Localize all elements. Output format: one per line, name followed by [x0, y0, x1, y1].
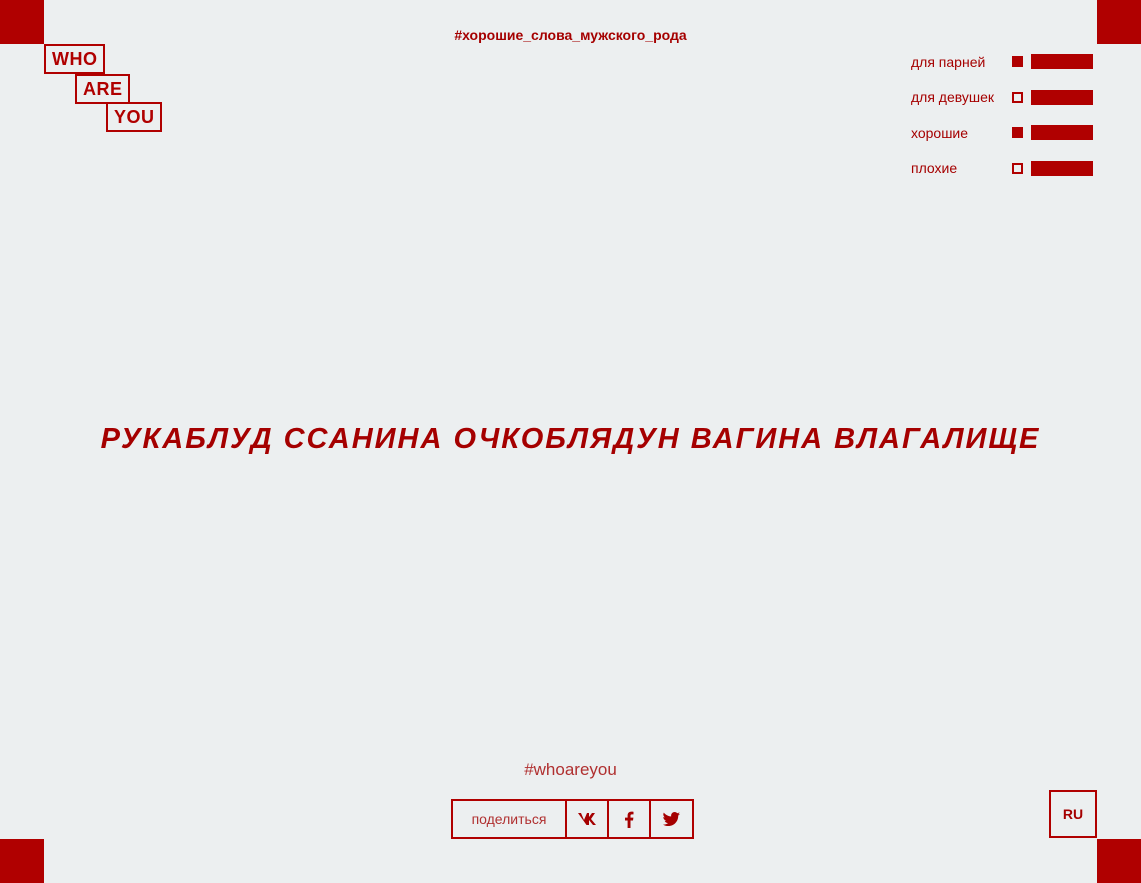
filter-label: плохие [911, 160, 958, 177]
language-switch-button[interactable]: RU [1049, 790, 1097, 838]
filter-label: для девушек [911, 89, 995, 106]
filter-label: для парней [911, 53, 986, 70]
facebook-icon [624, 811, 634, 828]
vk-icon [577, 812, 597, 826]
vk-share-button[interactable] [565, 801, 607, 837]
filter-label: хорошие [911, 124, 969, 141]
filter-bar [1031, 54, 1093, 70]
logo-are[interactable]: ARE [75, 74, 130, 104]
filter-bar [1031, 125, 1093, 141]
twitter-icon [663, 812, 680, 826]
corner-block-bottom-left [0, 839, 44, 883]
corner-block-bottom-right [1097, 839, 1141, 883]
filter-bar [1031, 89, 1093, 105]
filter-bar [1031, 160, 1093, 176]
filter-checkbox[interactable] [1012, 162, 1023, 174]
filter-for-girls[interactable]: для девушек [911, 80, 1097, 116]
filter-bad[interactable]: плохие [911, 151, 1097, 187]
filter-good[interactable]: хорошие [911, 115, 1097, 151]
generated-words[interactable]: РУКАБЛУД ССАНИНА ОЧКОБЛЯДУН ВАГИНА ВЛАГА… [0, 423, 1141, 456]
category-hashtag: #хорошие_слова_мужского_рода [454, 27, 687, 43]
logo-who[interactable]: WHO [44, 44, 105, 74]
filter-panel: для парней для девушек хорошие плохие [911, 44, 1097, 186]
filter-checkbox[interactable] [1012, 56, 1023, 68]
filter-for-guys[interactable]: для парней [911, 44, 1097, 80]
twitter-share-button[interactable] [649, 801, 692, 837]
logo-you[interactable]: YOU [106, 102, 162, 132]
facebook-share-button[interactable] [607, 801, 649, 837]
share-panel: поделиться [451, 799, 694, 839]
share-label[interactable]: поделиться [453, 801, 565, 837]
site-hashtag: #whoareyou [524, 760, 617, 779]
filter-checkbox[interactable] [1012, 91, 1023, 103]
filter-checkbox[interactable] [1012, 127, 1023, 139]
